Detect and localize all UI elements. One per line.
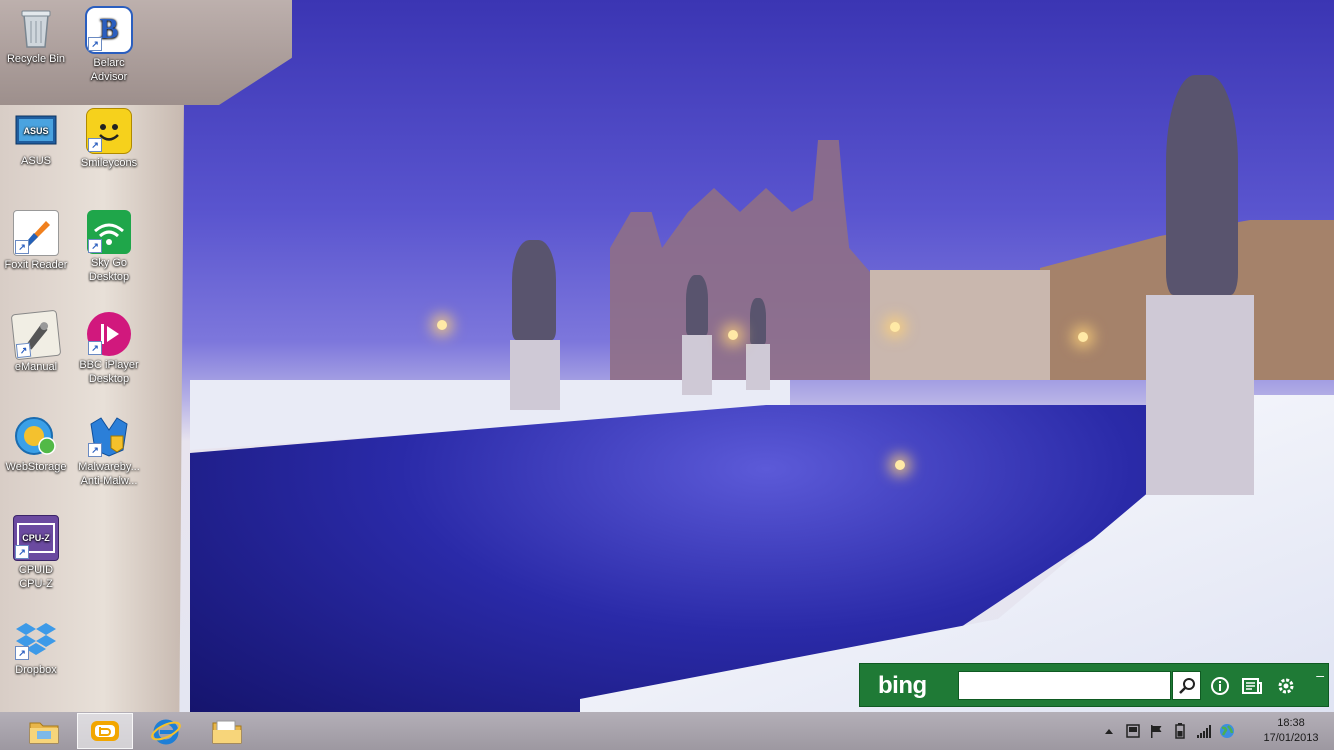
wallpaper-plinth <box>510 340 560 410</box>
wallpaper-street-light <box>890 322 900 332</box>
desktop-icon-dropbox[interactable]: ↗ Dropbox <box>1 617 71 677</box>
desktop-icon-label: Recycle Bin <box>6 53 66 65</box>
belarc-icon: B ↗ <box>85 6 133 54</box>
shortcut-arrow-icon: ↗ <box>88 443 102 457</box>
battery-icon <box>1175 723 1185 739</box>
wallpaper-statue <box>750 298 766 344</box>
wallpaper-plinth <box>746 344 770 390</box>
tray-network[interactable] <box>1196 723 1212 739</box>
desktop-icon-label: Malwareby... Anti-Malw... <box>78 461 140 487</box>
smiley-icon: ↗ <box>86 108 132 154</box>
desktop-icon-foxit-reader[interactable]: ↗ Foxit Reader <box>1 210 71 272</box>
desktop-icon-label: BBC iPlayer Desktop <box>79 359 139 385</box>
desktop-icon-smileycons[interactable]: ↗ Smileycons <box>74 108 144 170</box>
desktop-icon-label: Dropbox <box>15 664 57 676</box>
iplayer-icon: ↗ <box>87 312 131 356</box>
wallpaper-street-light <box>1078 332 1088 342</box>
shortcut-arrow-icon: ↗ <box>15 545 29 559</box>
taskbar: 18:38 17/01/2013 <box>0 712 1334 750</box>
news-icon <box>1242 678 1262 694</box>
tray-globe[interactable] <box>1219 723 1235 739</box>
svg-text:ASUS: ASUS <box>23 126 48 136</box>
shortcut-arrow-icon: ↗ <box>88 341 102 355</box>
desktop-icon-label: Sky Go Desktop <box>88 257 130 283</box>
clock-time: 18:38 <box>1277 717 1305 729</box>
tray-action-center[interactable] <box>1125 723 1141 739</box>
bing-search-button[interactable] <box>1172 671 1201 700</box>
shortcut-arrow-icon: ↗ <box>15 342 32 359</box>
info-icon <box>1211 677 1229 695</box>
search-icon <box>1178 677 1195 694</box>
shortcut-arrow-icon: ↗ <box>15 646 29 660</box>
chevron-up-icon <box>1105 729 1113 734</box>
bing-logo: bing <box>878 672 927 699</box>
desktop-icon-label: CPUID CPU-Z <box>18 564 54 590</box>
desktop-icon-asus[interactable]: ASUS ASUS <box>1 108 71 168</box>
gear-icon <box>1278 678 1294 694</box>
wallpaper-basilica <box>610 140 870 380</box>
wallpaper-statue <box>512 240 556 340</box>
malwarebytes-icon: ↗ <box>87 414 131 458</box>
flag-icon <box>1151 725 1162 738</box>
globe-icon <box>1220 724 1234 738</box>
webstorage-icon <box>14 414 58 458</box>
wallpaper-light-reflection <box>895 460 905 470</box>
desktop-icon-label: WebStorage <box>5 461 67 473</box>
wallpaper-statue-large <box>1166 75 1238 295</box>
desktop-icon-belarc-advisor[interactable]: B ↗ Belarc Advisor <box>74 6 144 84</box>
internet-explorer-icon <box>151 719 181 745</box>
wallpaper-street-light <box>728 330 738 340</box>
sky-go-icon: ↗ <box>87 210 131 254</box>
desktop-icon-label: Belarc Advisor <box>90 57 128 83</box>
foxit-icon: ↗ <box>13 210 59 256</box>
desktop-wallpaper <box>0 0 1334 712</box>
desktop-icon-label: ASUS <box>21 155 51 167</box>
clock-date: 17/01/2013 <box>1263 732 1319 744</box>
tray-flag[interactable] <box>1148 723 1164 739</box>
wallpaper-street-light <box>437 320 447 330</box>
desktop-icon-cpuid-cpuz[interactable]: CPU-Z ↗ CPUID CPU-Z <box>1 515 71 591</box>
desktop-icon-webstorage[interactable]: WebStorage <box>1 414 71 474</box>
taskbar-clock[interactable]: 18:38 17/01/2013 <box>1254 716 1328 746</box>
file-explorer-icon <box>29 722 59 744</box>
taskbar-file-explorer[interactable] <box>16 713 72 749</box>
shortcut-arrow-icon: ↗ <box>88 138 102 152</box>
desktop-icon-label: Foxit Reader <box>4 259 68 271</box>
dropbox-icon: ↗ <box>14 617 58 661</box>
taskbar-windows-explorer[interactable] <box>199 713 255 749</box>
windows-explorer-icon <box>212 720 242 744</box>
asus-icon: ASUS <box>14 108 58 152</box>
desktop-icon-label: eManual <box>14 361 58 373</box>
bing-bar: bing – <box>859 663 1329 707</box>
tray-battery[interactable] <box>1172 723 1188 739</box>
shortcut-arrow-icon: ↗ <box>15 240 29 254</box>
bing-search-input[interactable] <box>958 671 1171 700</box>
bing-news-button[interactable] <box>1240 674 1264 698</box>
desktop-icon-emanual[interactable]: ↗ eManual <box>1 309 71 374</box>
bing-app-icon <box>91 721 119 741</box>
show-hidden-icons-button[interactable] <box>1101 723 1117 739</box>
recycle-bin-icon <box>14 6 58 50</box>
bing-bar-minimize-button[interactable]: – <box>1316 668 1324 682</box>
desktop-icon-recycle-bin[interactable]: Recycle Bin <box>1 6 71 66</box>
taskbar-bing[interactable] <box>77 713 133 749</box>
wallpaper-plinth <box>682 335 712 395</box>
shortcut-arrow-icon: ↗ <box>88 37 102 51</box>
desktop-icon-malwarebytes[interactable]: ↗ Malwareby... Anti-Malw... <box>74 414 144 488</box>
bing-settings-button[interactable] <box>1274 674 1298 698</box>
bing-info-button[interactable] <box>1208 674 1232 698</box>
network-signal-icon <box>1197 725 1211 738</box>
taskbar-internet-explorer[interactable] <box>138 713 194 749</box>
cpuz-icon: CPU-Z ↗ <box>13 515 59 561</box>
shortcut-arrow-icon: ↗ <box>88 239 102 253</box>
emanual-icon: ↗ <box>10 309 62 361</box>
desktop-icon-bbc-iplayer-desktop[interactable]: ↗ BBC iPlayer Desktop <box>74 312 144 386</box>
wallpaper-statue <box>686 275 708 335</box>
desktop-icon-label: Smileycons <box>80 157 138 169</box>
action-center-icon <box>1126 724 1140 738</box>
desktop-icon-sky-go-desktop[interactable]: ↗ Sky Go Desktop <box>74 210 144 284</box>
wallpaper-plinth-large <box>1146 295 1254 495</box>
